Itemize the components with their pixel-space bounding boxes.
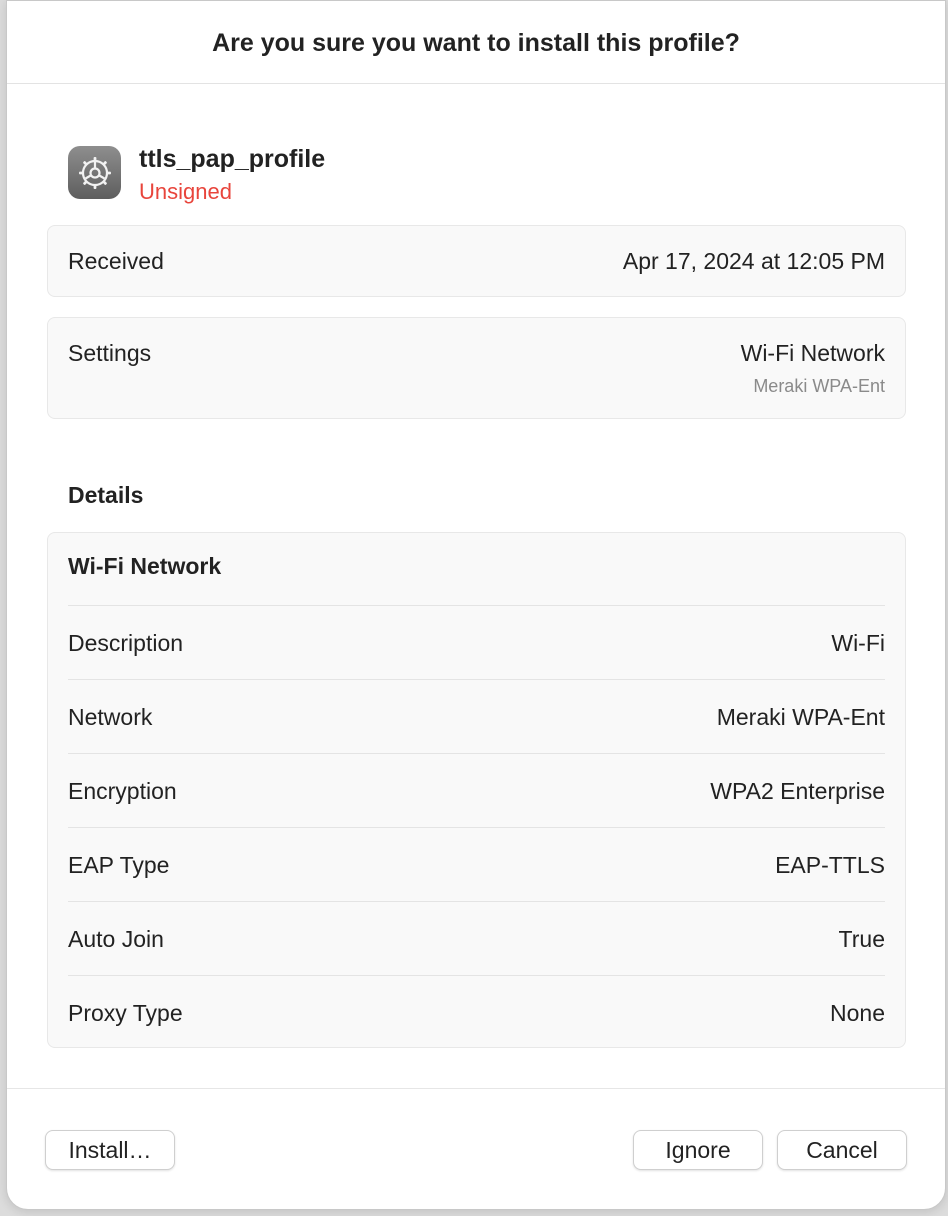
details-row-label: Proxy Type bbox=[68, 1000, 183, 1026]
details-row-label: EAP Type bbox=[68, 852, 170, 878]
details-row-value: True bbox=[838, 926, 885, 952]
settings-value: Wi-Fi Network bbox=[740, 340, 885, 366]
received-box: Received Apr 17, 2024 at 12:05 PM bbox=[47, 225, 906, 297]
details-row: EAP Type EAP-TTLS bbox=[68, 827, 885, 902]
install-profile-dialog: Are you sure you want to install this pr… bbox=[6, 0, 946, 1210]
dialog-title: Are you sure you want to install this pr… bbox=[212, 28, 740, 57]
details-section-title: Wi-Fi Network bbox=[68, 553, 222, 579]
settings-subvalue: Meraki WPA-Ent bbox=[753, 376, 885, 396]
details-row-value: None bbox=[830, 1000, 885, 1026]
details-row-value: WPA2 Enterprise bbox=[710, 778, 885, 804]
cancel-button[interactable]: Cancel bbox=[777, 1130, 907, 1170]
details-row: Network Meraki WPA-Ent bbox=[68, 679, 885, 754]
profile-signed-status: Unsigned bbox=[139, 179, 232, 204]
details-heading: Details bbox=[68, 482, 144, 508]
details-row-value: Meraki WPA-Ent bbox=[716, 704, 885, 730]
settings-label: Settings bbox=[68, 340, 152, 366]
details-row: Encryption WPA2 Enterprise bbox=[68, 753, 885, 828]
details-row: Auto Join True bbox=[68, 901, 885, 976]
details-row-label: Description bbox=[68, 630, 184, 656]
details-row-label: Auto Join bbox=[68, 926, 164, 952]
footer-divider bbox=[7, 1088, 945, 1089]
profile-name: ttls_pap_profile bbox=[139, 145, 326, 173]
details-row-label: Network bbox=[68, 704, 153, 730]
details-box: Wi-Fi Network Description Wi-Fi Network … bbox=[47, 532, 906, 1048]
dialog-header: Are you sure you want to install this pr… bbox=[7, 1, 945, 84]
received-value: Apr 17, 2024 at 12:05 PM bbox=[622, 248, 885, 274]
details-row: Proxy Type None bbox=[68, 975, 885, 1050]
details-row: Description Wi-Fi bbox=[68, 605, 885, 680]
details-row-value: EAP-TTLS bbox=[775, 852, 885, 878]
install-button[interactable]: Install… bbox=[45, 1130, 175, 1170]
settings-box: Settings Wi-Fi Network Meraki WPA-Ent bbox=[47, 317, 906, 419]
details-row-value: Wi-Fi bbox=[831, 630, 885, 656]
details-row-label: Encryption bbox=[68, 778, 177, 804]
received-label: Received bbox=[68, 248, 164, 274]
settings-gear-icon bbox=[68, 146, 121, 199]
profile-summary: ttls_pap_profile Unsigned bbox=[68, 145, 326, 207]
ignore-button[interactable]: Ignore bbox=[633, 1130, 763, 1170]
